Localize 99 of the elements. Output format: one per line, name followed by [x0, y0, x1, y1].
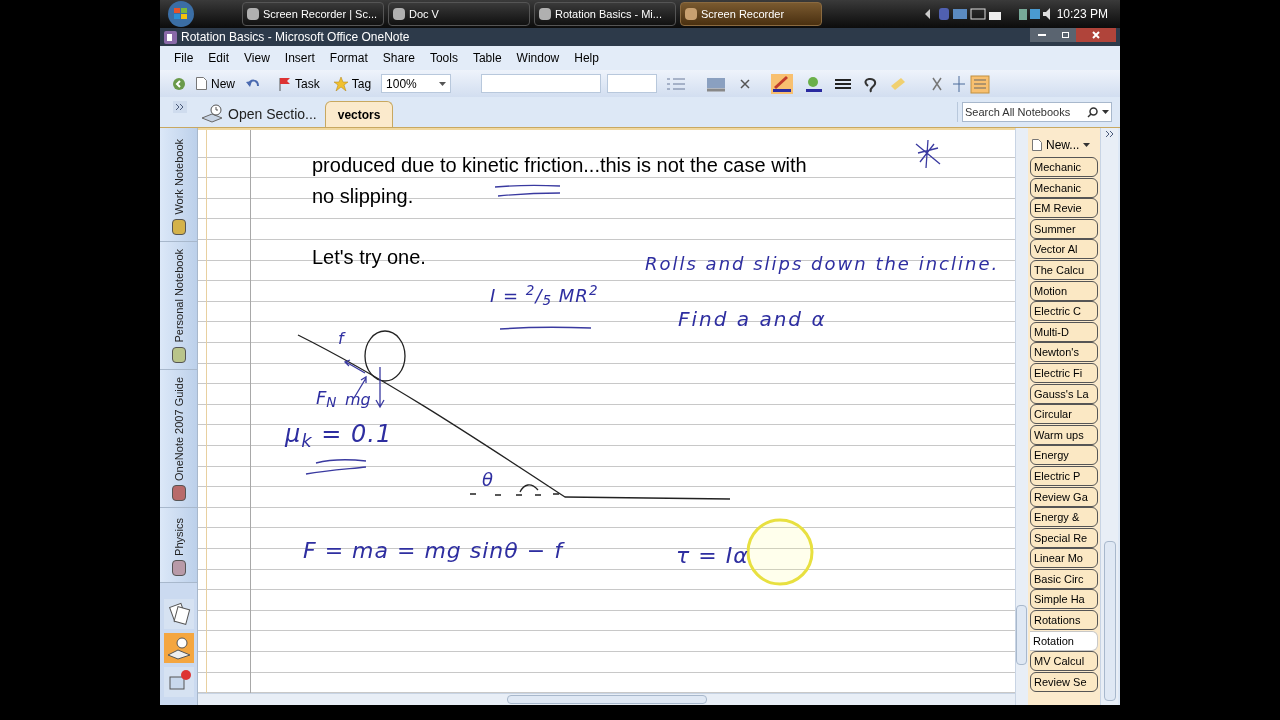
caret-icon: [1102, 110, 1109, 114]
taskbar-button[interactable]: Rotation Basics - Mi...: [534, 2, 676, 26]
ink-underline: [494, 184, 561, 197]
tag-button[interactable]: Tag: [329, 74, 376, 93]
star-icon: [333, 76, 348, 91]
flag-icon: [279, 76, 291, 91]
page-tab[interactable]: Rotation: [1030, 630, 1098, 651]
page-tab[interactable]: Energy &: [1030, 507, 1098, 528]
handwritten-text: F = ma = mg sinθ − f: [303, 537, 563, 565]
task-button[interactable]: Task: [275, 74, 324, 93]
handwritten-text: I = $^{2}$/$_{5}$ MR$^{2}$: [490, 282, 599, 309]
menu-item[interactable]: Insert: [284, 49, 315, 67]
page-tab[interactable]: Vector Al: [1030, 239, 1098, 260]
page-tab[interactable]: Linear Mo: [1030, 548, 1098, 569]
page-tab[interactable]: Simple Ha: [1030, 589, 1098, 610]
page-tab[interactable]: Summer: [1030, 218, 1098, 239]
handwritten-text: F$_{N}$: [316, 386, 337, 411]
new-page-button[interactable]: New...: [1028, 135, 1100, 155]
new-button[interactable]: New: [192, 74, 239, 93]
window-title: Rotation Basics - Microsoft Office OneNote: [181, 29, 410, 46]
cursor-highlight: [746, 518, 814, 586]
font-field[interactable]: [481, 74, 602, 93]
menu-item[interactable]: Format: [329, 49, 368, 67]
clock-notebook-icon[interactable]: [163, 633, 194, 663]
section-tab[interactable]: vectors: [324, 101, 394, 127]
page-tab[interactable]: Review Se: [1030, 671, 1098, 692]
horizontal-scrollbar[interactable]: [198, 693, 1015, 705]
handwritten-text: μ$_{k}$ = 0.1: [285, 419, 393, 452]
page-tab[interactable]: MV Calcul: [1030, 651, 1098, 672]
zoom-field[interactable]: 100%: [381, 74, 452, 93]
search-icon: [1087, 106, 1098, 118]
page-scrollbar[interactable]: [1015, 128, 1028, 705]
menu-item[interactable]: Help: [574, 49, 599, 67]
menu-item[interactable]: Window: [516, 49, 560, 67]
page-tab[interactable]: Warm ups: [1030, 424, 1098, 445]
scroll-thumb[interactable]: [1016, 605, 1027, 665]
back-icon[interactable]: [172, 76, 186, 91]
page-tab[interactable]: Basic Circ: [1030, 568, 1098, 589]
page-tab[interactable]: Energy: [1030, 445, 1098, 466]
page-tab[interactable]: Electric C: [1030, 301, 1098, 322]
scroll-thumb[interactable]: [506, 695, 707, 704]
caret-icon: [1083, 143, 1091, 147]
handwritten-text: θ: [482, 468, 493, 492]
notebook-tab[interactable]: OneNote 2007 Guide: [160, 370, 197, 508]
restore-button[interactable]: [1054, 28, 1076, 42]
page-tab[interactable]: Mechanic: [1030, 157, 1098, 177]
page-icon: [1032, 139, 1042, 151]
menu-item[interactable]: View: [244, 49, 270, 67]
menu-item[interactable]: Table: [472, 49, 502, 67]
clock-notebook-icon: [200, 104, 224, 124]
page-tab[interactable]: Newton's: [1030, 342, 1098, 363]
page-tab[interactable]: Electric P: [1030, 465, 1098, 486]
notebook-tab[interactable]: Physics: [160, 508, 197, 583]
scroll-thumb[interactable]: [1103, 541, 1116, 701]
search-field[interactable]: Search All Notebooks: [965, 103, 1083, 121]
expand-icon[interactable]: [1104, 130, 1115, 138]
search-bar[interactable]: Search All Notebooks: [962, 102, 1112, 122]
asterisk-mark: [915, 139, 941, 169]
clock[interactable]: 10:23 PM: [1056, 5, 1108, 23]
notebook-tab[interactable]: Personal Notebook: [160, 242, 197, 370]
documents-icon[interactable]: [163, 599, 194, 629]
menu-item[interactable]: Share: [382, 49, 415, 67]
page-tab[interactable]: The Calcu: [1030, 259, 1098, 280]
page-tab[interactable]: Multi-D: [1030, 321, 1098, 342]
handwritten-text: Rolls and slips down the incline.: [645, 252, 1000, 276]
menu-item[interactable]: Tools: [429, 49, 458, 67]
taskbar-button[interactable]: Doc V: [388, 2, 530, 26]
close-button[interactable]: [1076, 28, 1116, 42]
note-text: produced due to kinetic friction...this is not the case with: [312, 153, 807, 178]
note-text: Let's try one.: [312, 245, 426, 270]
menu-item[interactable]: Edit: [208, 49, 230, 67]
menu-item[interactable]: File: [174, 49, 194, 67]
minimize-button[interactable]: [1030, 28, 1054, 42]
page-tab[interactable]: Rotations: [1030, 610, 1098, 631]
taskbar-button[interactable]: Screen Recorder | Sc...: [242, 2, 384, 26]
pages-scrollbar[interactable]: [1100, 128, 1118, 705]
page-tab[interactable]: Circular: [1030, 404, 1098, 425]
size-field[interactable]: [607, 74, 658, 93]
onenote-icon: [164, 30, 177, 44]
handwritten-text: Find a and α: [678, 306, 827, 333]
page-tab[interactable]: Gauss's La: [1030, 383, 1098, 404]
handwritten-text: f: [338, 328, 344, 350]
page-tab[interactable]: EM Revie: [1030, 198, 1098, 219]
expand-pane-button[interactable]: [173, 101, 187, 113]
taskbar-button[interactable]: Screen Recorder: [680, 2, 822, 26]
note-text: no slipping.: [312, 184, 414, 209]
page-tab[interactable]: Motion: [1030, 280, 1098, 301]
page-tab[interactable]: Mechanic: [1030, 177, 1098, 198]
ink-underline: [305, 459, 367, 475]
page-icon: [196, 77, 207, 90]
page-tab[interactable]: Review Ga: [1030, 486, 1098, 507]
close-icon: [1092, 31, 1100, 39]
handwritten-text: mg: [345, 389, 371, 411]
caret-icon: [439, 81, 447, 86]
open-sections-button[interactable]: Open Sectio...: [200, 101, 325, 127]
handwritten-text: τ = Iα: [676, 542, 749, 570]
page-tab[interactable]: Special Re: [1030, 527, 1098, 548]
page-tab[interactable]: Electric Fi: [1030, 362, 1098, 383]
notebook-tab[interactable]: Work Notebook: [160, 128, 197, 242]
